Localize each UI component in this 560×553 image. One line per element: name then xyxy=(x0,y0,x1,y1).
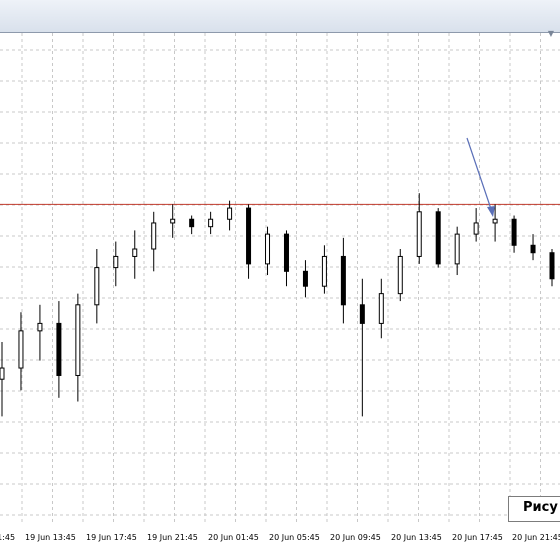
time-tick-label: 19 Jun 17:45 xyxy=(86,533,137,542)
time-tick-label: 20 Jun 09:45 xyxy=(330,533,381,542)
window-title-bar xyxy=(0,0,560,33)
candle-body-bear xyxy=(511,218,517,246)
candle-body-bear xyxy=(340,255,346,306)
caption-label-box: Рису xyxy=(508,496,560,522)
candle-body-bear xyxy=(549,252,555,280)
candle xyxy=(473,208,479,242)
candle-body-bear xyxy=(189,218,195,228)
time-axis: 21:45 19 Jun 13:45 19 Jun 17:45 19 Jun 21:4… xyxy=(0,525,560,553)
time-tick-label: 20 Jun 01:45 xyxy=(208,533,259,542)
time-tick-label: 19 Jun 13:45 xyxy=(25,533,76,542)
candle-body-bear xyxy=(56,322,62,376)
candle-body-bull xyxy=(265,233,271,265)
candle-body-bull xyxy=(37,322,43,332)
candle-body-bull xyxy=(227,207,233,220)
candle xyxy=(37,304,43,361)
candle xyxy=(454,226,460,276)
time-tick-label: 21:45 xyxy=(0,533,16,542)
time-tick-label: 19 Jun 21:45 xyxy=(147,533,198,542)
arrow-head xyxy=(487,206,495,217)
candle-body-bull xyxy=(113,255,119,269)
candle-body-bull xyxy=(94,267,100,306)
candle-body-bull xyxy=(151,222,157,250)
candle xyxy=(397,249,403,302)
caption-text: Рису xyxy=(523,500,558,515)
candle-body-bear xyxy=(435,211,441,265)
candle-body-bear xyxy=(530,244,536,254)
candle-body-bull xyxy=(0,367,5,380)
candle xyxy=(359,278,365,417)
candle-body-bull xyxy=(132,248,138,257)
candle-body-bull xyxy=(454,233,460,265)
candle xyxy=(94,249,100,324)
candle xyxy=(416,193,422,264)
candle xyxy=(208,211,214,235)
candle xyxy=(435,208,441,268)
candle-body-bull xyxy=(208,218,214,228)
candle xyxy=(246,204,252,279)
candle-body-bear xyxy=(302,270,308,287)
candle xyxy=(530,234,536,261)
candle-body-bear xyxy=(283,233,289,272)
candle xyxy=(113,241,119,287)
candle xyxy=(302,260,308,298)
time-tick-label: 20 Jun 17:45 xyxy=(452,533,503,542)
time-tick-label: 20 Jun 05:45 xyxy=(269,533,320,542)
candle xyxy=(321,245,327,294)
price-chart[interactable] xyxy=(0,33,560,525)
time-tick-label: 20 Jun 21:45 xyxy=(512,533,560,542)
candle xyxy=(511,215,517,253)
candle-body-bull xyxy=(378,293,384,324)
candle-body-bull xyxy=(397,255,403,295)
candle-body-bull xyxy=(492,218,498,224)
candle-body-bull xyxy=(170,218,176,224)
candle-body-bull xyxy=(18,330,24,369)
candle-body-bull xyxy=(75,304,81,376)
candle-body-bear xyxy=(246,207,252,265)
candle-body-bull xyxy=(321,255,327,287)
candle-body-bear xyxy=(359,304,365,324)
candle xyxy=(189,215,195,235)
candle xyxy=(132,230,138,279)
candle-body-bull xyxy=(416,211,422,257)
candle xyxy=(0,342,5,417)
chart-window: ▼ Рису 21:4519 Jun 13:4519 Jun 17:4519 J… xyxy=(0,0,560,553)
candle xyxy=(283,230,289,287)
candle-body-bull xyxy=(473,222,479,235)
candle xyxy=(56,301,62,398)
time-tick-label: 20 Jun 13:45 xyxy=(391,533,442,542)
candle xyxy=(340,237,346,324)
candle xyxy=(151,211,157,272)
chart-grid xyxy=(0,33,560,525)
candle xyxy=(549,249,555,287)
candle xyxy=(75,293,81,402)
